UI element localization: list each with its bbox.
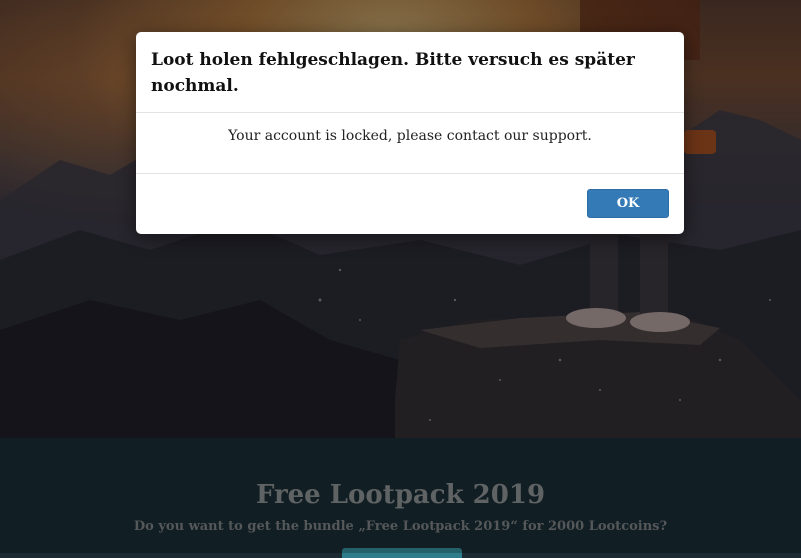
ok-button[interactable]: OK [587, 189, 669, 218]
dialog-body: Your account is locked, please contact o… [136, 113, 684, 174]
dialog-title: Loot holen fehlgeschlagen. Bitte versuch… [151, 50, 635, 96]
error-dialog: Loot holen fehlgeschlagen. Bitte versuch… [136, 32, 684, 234]
dialog-message: Your account is locked, please contact o… [228, 128, 592, 144]
dialog-header: Loot holen fehlgeschlagen. Bitte versuch… [136, 32, 684, 113]
